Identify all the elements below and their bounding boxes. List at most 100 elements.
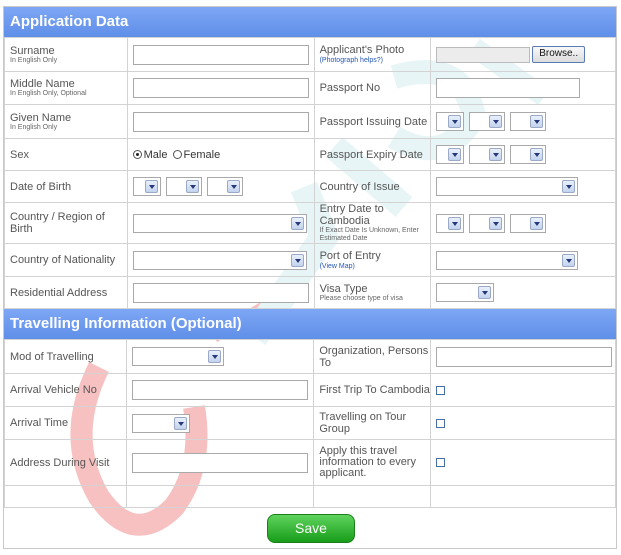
entry-year-select[interactable] <box>510 213 547 233</box>
chevron-down-icon <box>290 253 304 267</box>
chevron-down-icon <box>489 115 503 128</box>
passport-no-input[interactable] <box>436 78 581 98</box>
table-row: Middle Name In English Only, Optional Pa… <box>4 71 616 105</box>
mod-travelling-label: Mod of Travelling <box>10 350 94 363</box>
dob-year-select[interactable] <box>206 177 243 196</box>
given-name-label: Given Name <box>10 111 72 124</box>
sex-label: Sex <box>10 148 29 161</box>
arrival-vehicle-label: Arrival Vehicle No <box>10 384 97 396</box>
chevron-down-icon <box>144 180 158 193</box>
visa-type-select[interactable] <box>436 283 495 302</box>
arrival-time-label: Arrival Time <box>10 417 69 429</box>
table-row: Sex Male Female Passport Expiry Date <box>4 138 616 171</box>
table-row: Mod of Travelling Organization, Persons … <box>4 339 616 374</box>
middle-name-note: In English Only, Optional <box>10 90 87 97</box>
photo-help-link[interactable]: (Photograph helps?) <box>320 56 431 65</box>
chevron-down-icon <box>448 115 462 128</box>
table-row: Country / Region of Birth Entry Date to … <box>4 202 616 244</box>
photo-label: Applicant's Photo <box>319 44 405 56</box>
country-nationality-select[interactable] <box>132 250 307 270</box>
country-issue-label: Country of Issue <box>319 180 400 193</box>
address-visit-label: Address During Visit <box>10 456 110 469</box>
mod-travelling-select[interactable] <box>132 347 225 366</box>
issue-day-select[interactable] <box>436 112 465 131</box>
surname-input[interactable] <box>132 44 309 65</box>
chevron-down-icon <box>530 216 544 230</box>
visa-type-note: Please choose type of visa <box>319 294 403 302</box>
dob-month-select[interactable] <box>165 177 202 196</box>
org-persons-input[interactable] <box>436 346 612 367</box>
passport-expiry-label: Passport Expiry Date <box>319 148 423 161</box>
surname-label: Surname <box>10 44 55 57</box>
country-birth-label: Country / Region of Birth <box>10 211 105 235</box>
surname-note: In English Only <box>10 56 58 64</box>
port-entry-select[interactable] <box>436 250 579 270</box>
issue-month-select[interactable] <box>469 112 506 131</box>
country-birth-select[interactable] <box>132 213 307 233</box>
apply-all-checkbox[interactable] <box>436 458 445 468</box>
country-issue-select[interactable] <box>436 177 579 196</box>
chevron-down-icon <box>478 286 492 299</box>
middle-name-label: Middle Name <box>10 78 75 90</box>
sex-female-label: Female <box>183 148 221 161</box>
chevron-down-icon <box>562 180 576 193</box>
tour-group-label: Travelling on Tour Group <box>319 411 407 435</box>
view-map-link[interactable]: (View Map) <box>320 262 431 271</box>
arrival-time-select[interactable] <box>132 413 191 433</box>
chevron-down-icon <box>226 180 240 193</box>
expiry-month-select[interactable] <box>469 145 506 164</box>
chevron-down-icon <box>489 148 503 161</box>
chevron-down-icon <box>174 416 188 430</box>
entry-month-select[interactable] <box>469 213 506 233</box>
entry-day-select[interactable] <box>436 213 465 233</box>
passport-issuing-label: Passport Issuing Date <box>319 115 428 128</box>
residential-address-label: Residential Address <box>10 286 108 299</box>
passport-no-label: Passport No <box>319 82 381 94</box>
application-data-header: Application Data <box>4 7 616 37</box>
chevron-down-icon <box>530 148 544 161</box>
save-row: Save <box>4 507 616 548</box>
country-nationality-label: Country of Nationality <box>10 254 116 266</box>
middle-name-input[interactable] <box>132 78 309 98</box>
entry-date-label: Entry Date to Cambodia <box>319 203 384 227</box>
table-row: Arrival Time Travelling on Tour Group <box>4 406 616 440</box>
tour-group-checkbox[interactable] <box>436 418 445 428</box>
org-persons-label: Organization, Persons To <box>319 344 429 369</box>
application-form: Application Data Surname In English Only… <box>3 6 617 549</box>
browse-button[interactable]: Browse.. <box>532 46 586 63</box>
first-trip-label: First Trip To Cambodia <box>319 384 430 396</box>
table-row <box>4 485 616 508</box>
chevron-down-icon <box>208 350 222 363</box>
table-row: Arrival Vehicle No First Trip To Cambodi… <box>4 373 616 407</box>
table-row: Surname In English Only Applicant's Phot… <box>4 37 616 72</box>
sex-female-radio[interactable] <box>172 150 182 160</box>
chevron-down-icon <box>448 216 462 230</box>
visa-type-label: Visa Type <box>319 282 368 295</box>
port-entry-label: Port of Entry <box>319 249 381 262</box>
travelling-info-header: Travelling Information (Optional) <box>4 309 616 339</box>
photo-file-field[interactable] <box>436 46 531 63</box>
chevron-down-icon <box>185 180 199 193</box>
expiry-year-select[interactable] <box>510 145 547 164</box>
entry-date-note: If Exact Date Is Unknown, Enter Estimate… <box>319 227 419 242</box>
table-row: Date of Birth Country of Issue <box>4 170 616 203</box>
table-row: Address During Visit Apply this travel i… <box>4 439 616 486</box>
expiry-day-select[interactable] <box>436 145 465 164</box>
table-row: Given Name In English Only Passport Issu… <box>4 104 616 139</box>
table-row: Country of Nationality Port of Entry (Vi… <box>4 243 616 277</box>
chevron-down-icon <box>562 253 576 267</box>
chevron-down-icon <box>290 216 304 230</box>
given-name-input[interactable] <box>132 111 309 132</box>
arrival-vehicle-input[interactable] <box>132 380 309 400</box>
address-visit-input[interactable] <box>132 452 309 473</box>
residential-address-input[interactable] <box>132 282 309 303</box>
first-trip-checkbox[interactable] <box>436 385 445 395</box>
save-button[interactable]: Save <box>267 514 355 543</box>
chevron-down-icon <box>489 216 503 230</box>
chevron-down-icon <box>448 148 462 161</box>
issue-year-select[interactable] <box>510 112 547 131</box>
sex-male-label: Male <box>143 148 168 161</box>
dob-day-select[interactable] <box>132 177 161 196</box>
dob-label: Date of Birth <box>10 180 72 193</box>
sex-male-radio[interactable] <box>132 150 142 160</box>
